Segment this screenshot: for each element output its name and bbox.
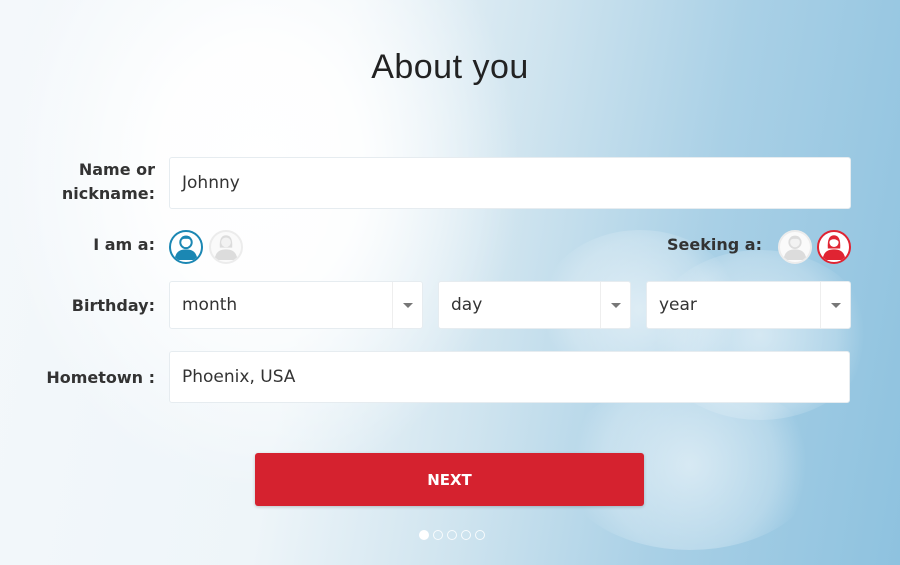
female-avatar-icon — [822, 235, 846, 260]
next-button[interactable]: NEXT — [255, 453, 644, 506]
chevron-down-icon — [610, 302, 621, 308]
name-input-value: Johnny — [182, 173, 240, 193]
male-avatar-icon — [783, 235, 807, 260]
i-am-label: I am a: — [93, 235, 155, 254]
month-dropdown-toggle[interactable] — [392, 282, 422, 328]
step-dot-2[interactable] — [433, 530, 443, 540]
birthday-day-select[interactable]: day — [438, 281, 631, 329]
step-dot-1[interactable] — [419, 530, 429, 540]
step-indicator — [419, 530, 485, 540]
i-am-female-option[interactable] — [209, 230, 243, 264]
chevron-down-icon — [402, 302, 413, 308]
year-dropdown-toggle[interactable] — [820, 282, 850, 328]
page-title: About you — [371, 48, 529, 86]
name-input[interactable]: Johnny — [169, 157, 851, 209]
i-am-male-option[interactable] — [169, 230, 203, 264]
birthday-year-select[interactable]: year — [646, 281, 851, 329]
hometown-label: Hometown : — [46, 368, 155, 387]
step-dot-5[interactable] — [475, 530, 485, 540]
step-dot-4[interactable] — [461, 530, 471, 540]
seeking-female-option[interactable] — [817, 230, 851, 264]
seeking-label: Seeking a: — [667, 235, 762, 254]
month-select-value: month — [182, 295, 238, 315]
step-dot-3[interactable] — [447, 530, 457, 540]
seeking-male-option[interactable] — [778, 230, 812, 264]
hometown-input[interactable]: Phoenix, USA — [169, 351, 850, 403]
chevron-down-icon — [830, 302, 841, 308]
birthday-month-select[interactable]: month — [169, 281, 423, 329]
name-label-line2: nickname: — [61, 184, 155, 203]
year-select-value: year — [659, 295, 697, 315]
day-dropdown-toggle[interactable] — [600, 282, 630, 328]
female-avatar-icon — [214, 235, 238, 260]
name-label: Name or nickname: — [40, 158, 155, 206]
name-label-line1: Name or — [78, 160, 155, 179]
hometown-input-value: Phoenix, USA — [182, 367, 296, 387]
male-avatar-icon — [174, 235, 198, 260]
day-select-value: day — [451, 295, 483, 315]
birthday-label: Birthday: — [71, 296, 155, 315]
